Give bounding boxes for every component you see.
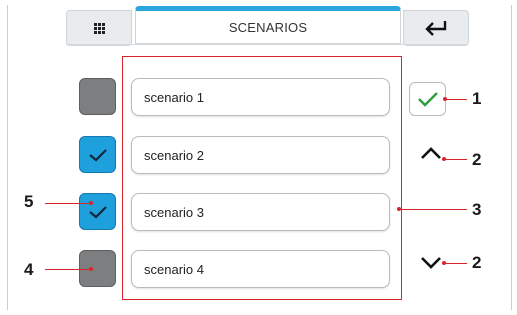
callout-3-label: 3 bbox=[472, 200, 482, 219]
scenario-label: scenario 3 bbox=[144, 204, 204, 220]
callout-2-bottom-line bbox=[444, 263, 467, 264]
callout-2-bottom-label: 2 bbox=[472, 253, 482, 272]
check-icon bbox=[88, 205, 107, 218]
callout-5-line bbox=[45, 203, 91, 204]
check-icon bbox=[88, 148, 107, 161]
scenario-2-checkbox[interactable] bbox=[79, 136, 116, 173]
callout-2-top-line bbox=[444, 159, 467, 160]
callout-4-dot bbox=[89, 267, 93, 271]
callout-4-label: 4 bbox=[24, 260, 34, 279]
scenario-1-checkbox[interactable] bbox=[79, 78, 116, 115]
chevron-up-icon[interactable] bbox=[420, 146, 442, 160]
grid-icon bbox=[93, 22, 105, 34]
check-icon bbox=[417, 92, 438, 107]
callout-5-label: 5 bbox=[24, 192, 34, 211]
scenario-item-4[interactable]: scenario 4 bbox=[131, 250, 390, 288]
scenario-3-checkbox[interactable] bbox=[79, 193, 116, 230]
scenario-label: scenario 4 bbox=[144, 261, 204, 277]
scenario-item-3[interactable]: scenario 3 bbox=[131, 193, 390, 231]
scenario-item-1[interactable]: scenario 1 bbox=[131, 78, 390, 116]
page-title-text: SCENARIOS bbox=[228, 19, 308, 35]
page-title: SCENARIOS bbox=[135, 6, 401, 44]
scenario-label: scenario 1 bbox=[144, 89, 204, 105]
header-divider bbox=[66, 44, 468, 45]
confirm-button[interactable] bbox=[409, 82, 446, 116]
callout-4-line bbox=[45, 269, 91, 270]
scenario-label: scenario 2 bbox=[144, 147, 204, 163]
scenario-item-2[interactable]: scenario 2 bbox=[131, 136, 390, 174]
menu-button[interactable] bbox=[66, 10, 132, 46]
callout-1-label: 1 bbox=[472, 89, 482, 108]
return-icon bbox=[425, 21, 447, 36]
callout-2-top-label: 2 bbox=[472, 150, 482, 169]
callout-5-dot bbox=[89, 201, 93, 205]
callout-3-line bbox=[399, 209, 467, 210]
back-button[interactable] bbox=[403, 10, 469, 46]
callout-1-line bbox=[445, 99, 467, 100]
chevron-down-icon[interactable] bbox=[420, 256, 442, 270]
